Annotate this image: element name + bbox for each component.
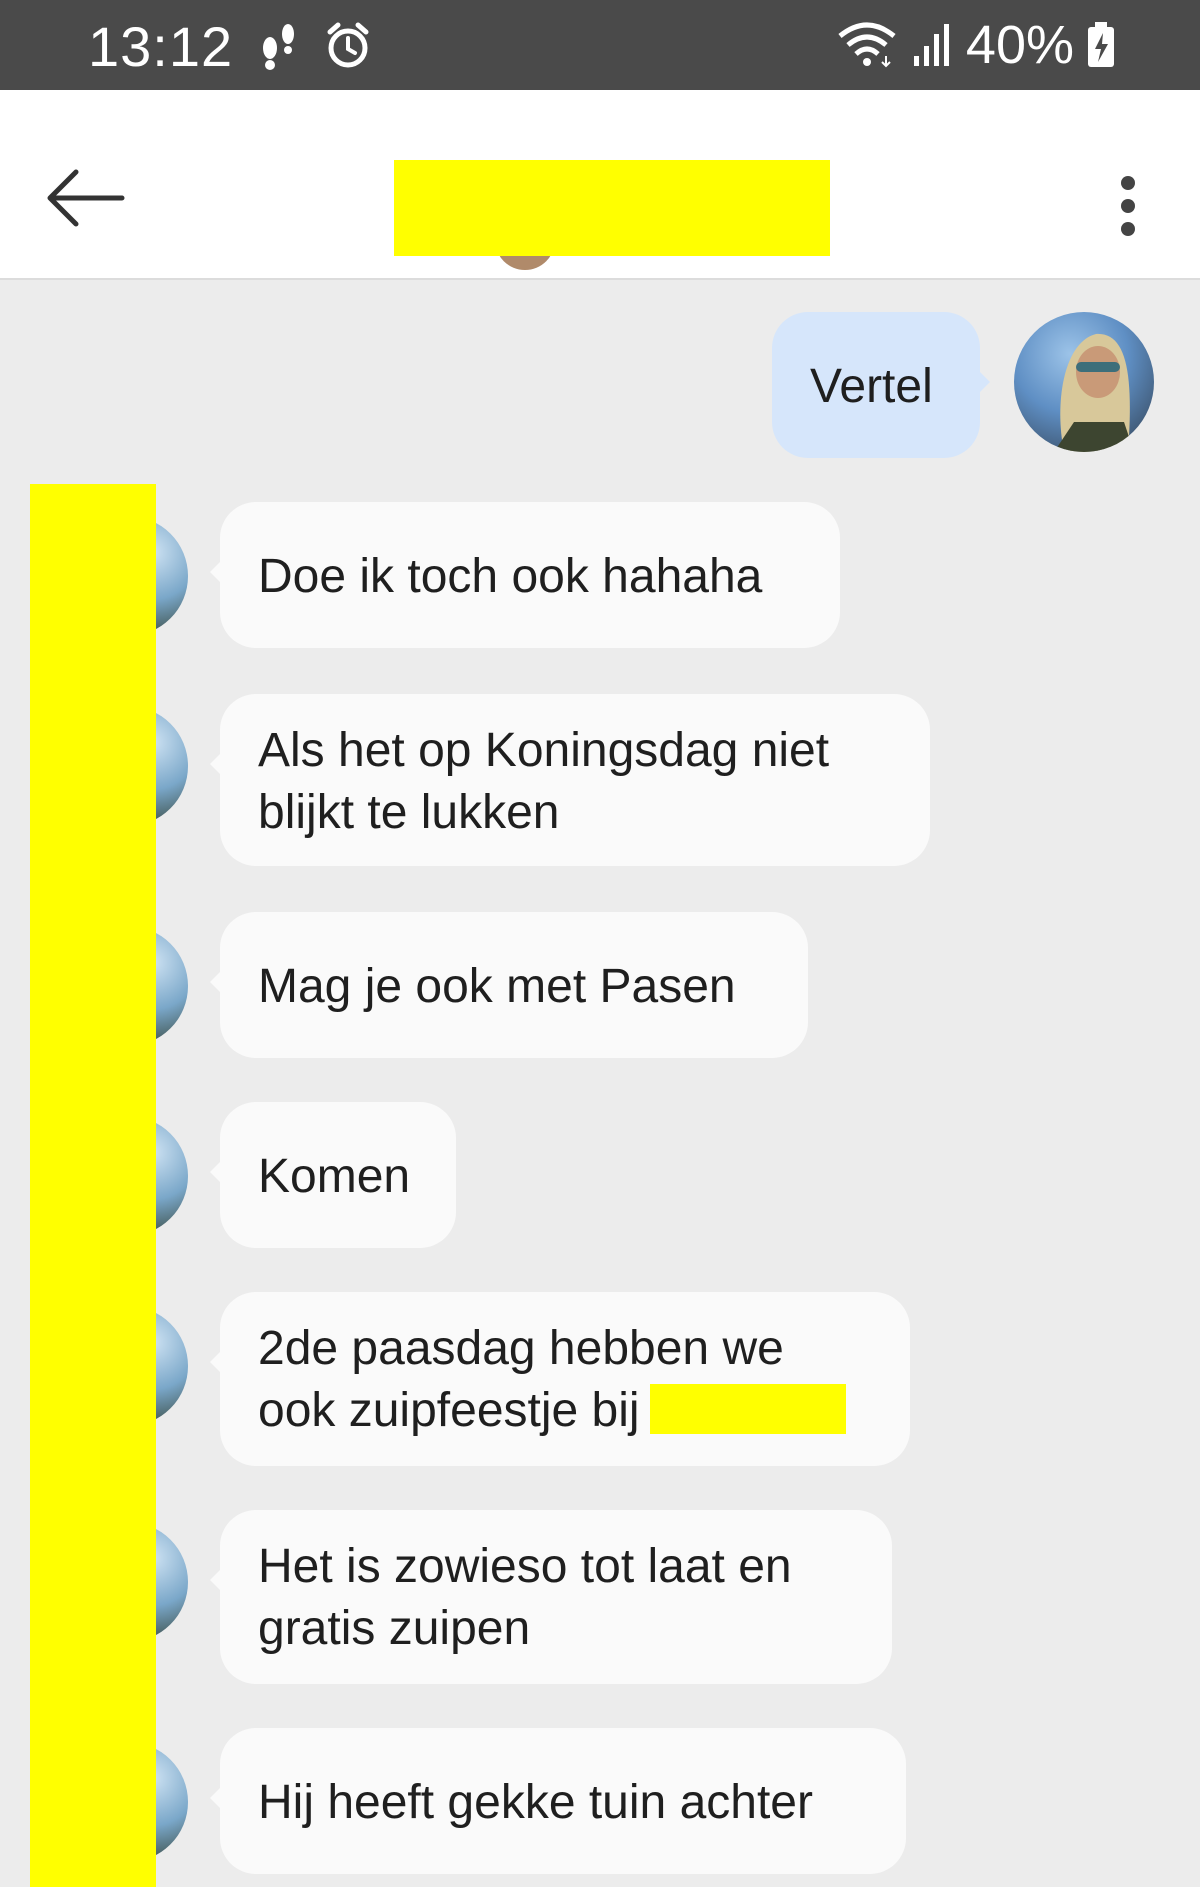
message-text: Hij heeft gekke tuin achter: [258, 1776, 813, 1829]
redacted-name: [649, 1384, 846, 1434]
chat-header: [0, 90, 1200, 280]
arrow-left-icon[interactable]: [44, 168, 126, 228]
redacted-contact-name: [394, 160, 830, 256]
message-text: Komen: [258, 1150, 411, 1203]
alarm-icon: [327, 22, 369, 68]
battery-percentage: 40%: [965, 15, 1074, 75]
incoming-message-bubble[interactable]: Hij heeft gekke tuin achter: [210, 1728, 906, 1874]
redacted-region: [30, 484, 156, 1887]
battery-charging-icon: [1088, 22, 1114, 67]
message-text: Het is zowieso tot laat en: [258, 1540, 792, 1593]
profile-photo: [1054, 333, 1134, 452]
signal-icon: [913, 24, 949, 66]
message-text: 2de paasdag hebben we: [258, 1322, 784, 1375]
footsteps-icon: [263, 24, 294, 70]
message-text-with-redaction: ook zuipfeestje bij: [258, 1380, 874, 1442]
message-text: gratis zuipen: [258, 1602, 531, 1655]
incoming-message-bubble[interactable]: Het is zowieso tot laat en gratis zuipen: [210, 1510, 892, 1684]
status-time: 13:12: [88, 15, 234, 78]
message-text: ook zuipfeestje bij: [258, 1384, 640, 1437]
message-text: Doe ik toch ook hahaha: [258, 550, 763, 603]
incoming-message-bubble[interactable]: 2de paasdag hebben we ook zuipfeestje bi…: [210, 1292, 910, 1466]
message-text: Mag je ook met Pasen: [258, 960, 736, 1013]
more-vertical-icon[interactable]: [1110, 174, 1146, 238]
status-bar: 13:12 40%: [0, 0, 1200, 90]
status-right-icons: 40%: [836, 14, 1116, 76]
message-text: blijkt te lukken: [258, 786, 560, 839]
incoming-message-bubble[interactable]: Als het op Koningsdag niet blijkt te luk…: [210, 694, 930, 866]
message-text: Vertel: [810, 360, 933, 413]
incoming-message-bubble[interactable]: Doe ik toch ook hahaha: [210, 502, 840, 648]
incoming-message-bubble[interactable]: Komen: [210, 1102, 456, 1248]
status-left-icons: [258, 20, 372, 72]
my-avatar[interactable]: [1014, 312, 1154, 452]
wifi-icon: [838, 22, 896, 68]
outgoing-message-bubble[interactable]: Vertel: [772, 312, 990, 458]
incoming-message-bubble[interactable]: Mag je ook met Pasen: [210, 912, 808, 1058]
message-text: Als het op Koningsdag niet: [258, 724, 830, 777]
